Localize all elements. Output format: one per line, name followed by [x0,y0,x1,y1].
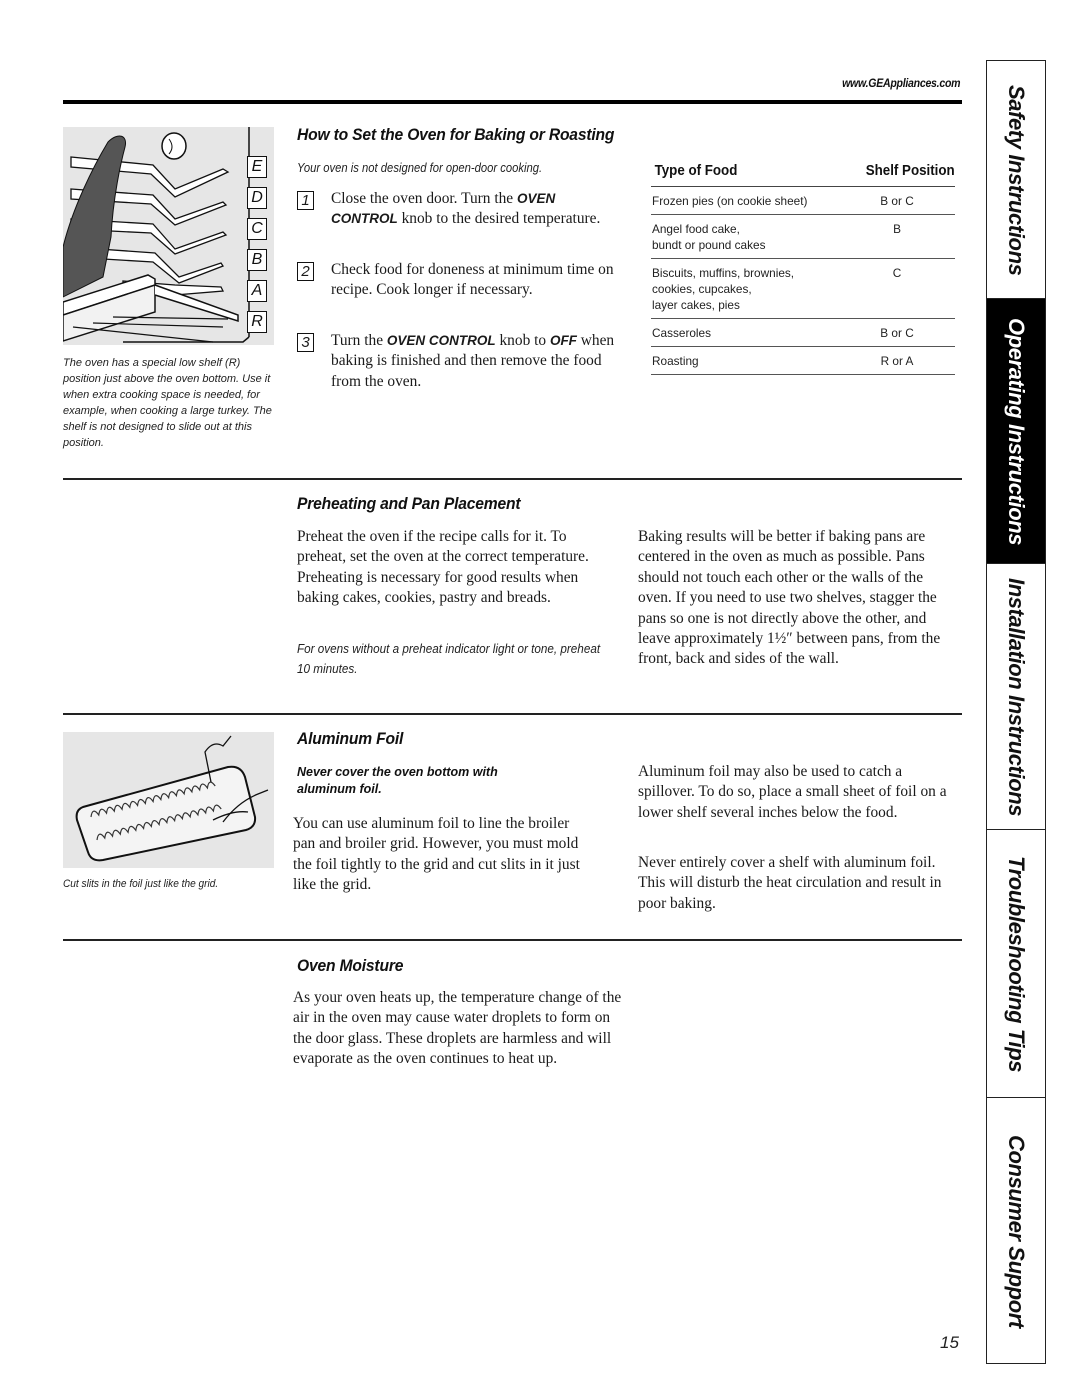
food-type-cell: Biscuits, muffins, brownies, cookies, cu… [652,266,795,312]
shelf-label-c: C [247,218,267,240]
page-number: 15 [940,1333,959,1352]
moisture-section-title: Oven Moisture [297,956,404,975]
table-row: Roasting R or A [651,347,955,375]
foil-warning: Never cover the oven bottom with aluminu… [297,765,498,796]
shelf-label-e: E [247,156,267,178]
foil-right-text-1: Aluminum foil may also be used to catch … [638,763,947,821]
preheating-left-text: Preheat the oven if the recipe calls for… [297,528,589,607]
column-header-shelf: Shelf Position [866,163,955,179]
tab-label: Troubleshooting Tips [1004,856,1029,1073]
column-header-food: Type of Food [654,163,738,179]
section-divider [63,713,962,715]
open-door-note: Your oven is not designed for open-door … [297,161,543,175]
step-2-text: Check food for doneness at minimum time … [331,261,614,299]
section-divider [63,478,962,480]
preheating-section-title: Preheating and Pan Placement [297,494,521,513]
header-rule [63,100,962,104]
table-row: Biscuits, muffins, brownies, cookies, cu… [651,259,955,319]
oven-shelves-illustration: E D C B A R [62,127,274,345]
foil-grid-illustration [63,732,274,868]
table-header: Type of Food Shelf Position [651,158,955,187]
shelf-label-d: D [247,187,267,209]
preheat-indicator-note: For ovens without a preheat indicator li… [297,641,601,676]
foil-section-title: Aluminum Foil [297,729,404,748]
shelf-position-cell: C [892,266,902,280]
tab-troubleshooting-tips[interactable]: Troubleshooting Tips [987,830,1045,1098]
tab-label: Installation Instructions [1004,578,1029,817]
baking-section-title: How to Set the Oven for Baking or Roasti… [297,125,615,144]
broiler-pan-drawing [75,735,269,862]
shelves-caption: The oven has a special low shelf (R) pos… [63,357,272,449]
preheating-right-text: Baking results will be better if baking … [638,528,941,668]
section-divider [63,939,962,941]
food-type-cell: Angel food cake, bundt or pound cakes [652,222,766,252]
tab-label: Operating Instructions [1004,318,1029,546]
food-type-cell: Frozen pies (on cookie sheet) [652,194,808,208]
step-number-3: 3 [297,333,314,352]
shelf-position-cell: R or A [880,354,914,368]
step-3-text: Turn the OVEN CONTROL knob to OFF when b… [331,332,615,390]
table-row: Angel food cake, bundt or pound cakes B [651,215,955,259]
tab-label: Safety Instructions [1004,85,1029,276]
shelf-label-b: B [247,249,267,271]
step-number-2: 2 [297,262,314,281]
oven-shelves-drawing [62,127,250,343]
step-2: 2 Check food for doneness at minimum tim… [297,260,617,324]
shelf-label-r: R [247,311,267,333]
step-3: 3 Turn the OVEN CONTROL knob to OFF when… [297,331,617,395]
tab-operating-instructions[interactable]: Operating Instructions [987,299,1045,564]
shelf-position-table: Type of Food Shelf Position Frozen pies … [651,158,955,375]
table-body: Frozen pies (on cookie sheet) B or C Angel… [651,187,955,375]
food-type-cell: Casseroles [652,326,712,340]
tab-safety-instructions[interactable]: Safety Instructions [987,61,1045,299]
table-row: Casseroles B or C [651,319,955,347]
step-number-1: 1 [297,191,314,210]
shelf-position-cell: B or C [880,326,914,340]
tab-label: Consumer Support [1004,1135,1029,1328]
shelf-position-cell: B [893,222,901,236]
foil-caption: Cut slits in the foil just like the grid… [63,878,219,890]
shelf-position-cell: B or C [880,194,914,208]
shelf-label-a: A [247,280,267,302]
table-row: Frozen pies (on cookie sheet) B or C [651,187,955,215]
tab-installation-instructions[interactable]: Installation Instructions [987,564,1045,830]
section-tabs: Safety Instructions Operating Instructio… [986,60,1046,1364]
foil-left-text: You can use aluminum foil to line the br… [293,815,580,894]
food-type-cell: Roasting [652,354,699,368]
moisture-text: As your oven heats up, the temperature c… [293,989,622,1068]
step-1-text: Close the oven door. Turn the OVEN CONTR… [331,190,601,228]
tab-consumer-support[interactable]: Consumer Support [987,1098,1045,1365]
step-1: 1 Close the oven door. Turn the OVEN CON… [297,189,617,253]
website-url[interactable]: www.GEAppliances.com [842,76,960,90]
foil-right-text-2: Never entirely cover a shelf with alumin… [638,854,942,912]
